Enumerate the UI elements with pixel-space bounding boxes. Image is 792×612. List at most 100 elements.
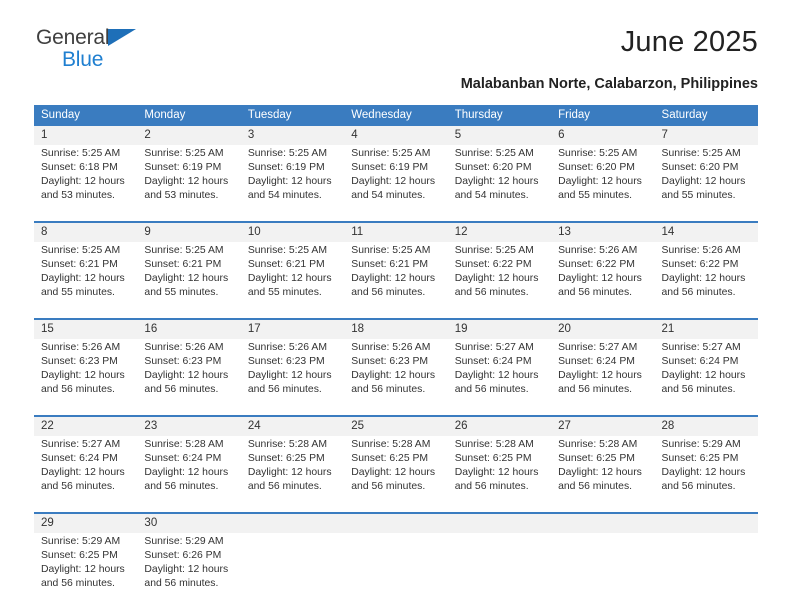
day-number[interactable]: 6	[551, 126, 655, 145]
day-cell: Sunrise: 5:25 AM Sunset: 6:20 PM Daylight:…	[551, 145, 655, 222]
day-number[interactable]: 9	[137, 221, 241, 242]
day-number[interactable]: 19	[447, 318, 552, 339]
day-number-empty	[240, 512, 345, 533]
sunrise-text: Sunrise: 5:29 AM	[661, 439, 741, 450]
daylight-text: Daylight: 12 hours and 55 minutes.	[661, 176, 746, 202]
sunset-text: Sunset: 6:21 PM	[351, 259, 429, 271]
sunrise-text: Sunrise: 5:28 AM	[144, 439, 224, 450]
sunrise-text: Sunrise: 5:26 AM	[247, 342, 327, 353]
daylight-text: Daylight: 12 hours and 56 minutes.	[454, 370, 539, 396]
day-cell-empty	[551, 533, 655, 609]
sunrise-text: Sunrise: 5:27 AM	[661, 342, 741, 353]
sunset-text: Sunset: 6:23 PM	[144, 356, 222, 368]
day-number[interactable]: 11	[344, 221, 448, 242]
day-number[interactable]: 14	[654, 221, 758, 242]
sunset-text: Sunset: 6:20 PM	[558, 162, 635, 174]
week-daynumber-row: 1234567	[34, 126, 758, 145]
day-cell: Sunrise: 5:29 AM Sunset: 6:26 PM Daylight:…	[137, 533, 241, 609]
daylight-text: Daylight: 12 hours and 56 minutes.	[41, 564, 125, 590]
sunrise-text: Sunrise: 5:28 AM	[247, 439, 327, 450]
daylight-text: Daylight: 12 hours and 56 minutes.	[661, 273, 746, 299]
weekday-header-friday: Friday	[551, 105, 655, 126]
sunrise-text: Sunrise: 5:27 AM	[558, 342, 638, 353]
day-cell: Sunrise: 5:28 AM Sunset: 6:25 PM Daylight:…	[344, 436, 448, 513]
day-number[interactable]: 24	[240, 415, 345, 436]
sunrise-text: Sunrise: 5:26 AM	[558, 245, 638, 256]
sunrise-text: Sunrise: 5:25 AM	[41, 148, 121, 159]
day-cell: Sunrise: 5:29 AM Sunset: 6:25 PM Daylight:…	[654, 436, 758, 513]
sunset-text: Sunset: 6:25 PM	[247, 453, 325, 465]
day-cell: Sunrise: 5:26 AM Sunset: 6:22 PM Daylight:…	[551, 242, 655, 319]
sunrise-text: Sunrise: 5:26 AM	[351, 342, 431, 353]
day-number[interactable]: 12	[447, 221, 552, 242]
day-cell: Sunrise: 5:26 AM Sunset: 6:23 PM Daylight:…	[137, 339, 241, 416]
sunrise-text: Sunrise: 5:27 AM	[41, 439, 121, 450]
day-number[interactable]: 4	[344, 126, 448, 145]
day-number[interactable]: 8	[34, 221, 138, 242]
day-cell-empty	[240, 533, 345, 609]
day-cell: Sunrise: 5:25 AM Sunset: 6:22 PM Daylight:…	[447, 242, 552, 319]
sunset-text: Sunset: 6:24 PM	[41, 453, 118, 465]
day-number[interactable]: 13	[551, 221, 655, 242]
daylight-text: Daylight: 12 hours and 56 minutes.	[41, 370, 125, 396]
day-number[interactable]: 26	[447, 415, 552, 436]
day-cell: Sunrise: 5:25 AM Sunset: 6:19 PM Daylight:…	[137, 145, 241, 222]
day-cell: Sunrise: 5:29 AM Sunset: 6:25 PM Daylight:…	[34, 533, 138, 609]
page-title: June 2025	[620, 26, 758, 58]
day-cell: Sunrise: 5:27 AM Sunset: 6:24 PM Daylight:…	[654, 339, 758, 416]
sunrise-text: Sunrise: 5:25 AM	[454, 148, 534, 159]
day-number[interactable]: 3	[240, 126, 345, 145]
day-number[interactable]: 20	[551, 318, 655, 339]
daylight-text: Daylight: 12 hours and 56 minutes.	[351, 273, 436, 299]
day-cell-empty	[654, 533, 758, 609]
sunset-text: Sunset: 6:19 PM	[144, 162, 222, 174]
weekday-header-monday: Monday	[137, 105, 241, 126]
day-number[interactable]: 25	[344, 415, 448, 436]
day-number[interactable]: 16	[137, 318, 241, 339]
day-number[interactable]: 1	[34, 126, 138, 145]
day-cell: Sunrise: 5:25 AM Sunset: 6:21 PM Daylight:…	[344, 242, 448, 319]
daylight-text: Daylight: 12 hours and 55 minutes.	[247, 273, 332, 299]
sunset-text: Sunset: 6:20 PM	[454, 162, 532, 174]
sunrise-text: Sunrise: 5:25 AM	[41, 245, 121, 256]
day-cell: Sunrise: 5:25 AM Sunset: 6:21 PM Daylight:…	[34, 242, 138, 319]
sunrise-text: Sunrise: 5:26 AM	[144, 342, 224, 353]
week-daynumber-row: 15 16 17 18 19 20 21	[34, 318, 758, 339]
daylight-text: Daylight: 12 hours and 55 minutes.	[558, 176, 642, 202]
general-blue-logo[interactable]: General Blue	[36, 27, 166, 73]
day-number[interactable]: 5	[447, 126, 552, 145]
daylight-text: Daylight: 12 hours and 56 minutes.	[144, 467, 229, 493]
day-number[interactable]: 2	[137, 126, 241, 145]
day-number[interactable]: 29	[34, 512, 138, 533]
sunrise-text: Sunrise: 5:25 AM	[144, 148, 224, 159]
day-cell: Sunrise: 5:25 AM Sunset: 6:20 PM Daylight:…	[654, 145, 758, 222]
day-number[interactable]: 7	[654, 126, 758, 145]
day-number[interactable]: 23	[137, 415, 241, 436]
day-number[interactable]: 17	[240, 318, 345, 339]
day-number[interactable]: 22	[34, 415, 138, 436]
sunset-text: Sunset: 6:21 PM	[41, 259, 118, 271]
sunrise-text: Sunrise: 5:25 AM	[247, 245, 327, 256]
sunset-text: Sunset: 6:21 PM	[144, 259, 222, 271]
day-cell: Sunrise: 5:27 AM Sunset: 6:24 PM Daylight:…	[447, 339, 552, 416]
logo-text-general: General	[36, 26, 110, 49]
sunrise-text: Sunrise: 5:25 AM	[454, 245, 534, 256]
day-number[interactable]: 15	[34, 318, 138, 339]
daylight-text: Daylight: 12 hours and 56 minutes.	[144, 370, 229, 396]
day-number[interactable]: 21	[654, 318, 758, 339]
day-number[interactable]: 10	[240, 221, 345, 242]
sunrise-text: Sunrise: 5:28 AM	[454, 439, 534, 450]
weekday-header-tuesday: Tuesday	[240, 105, 345, 126]
day-cell: Sunrise: 5:26 AM Sunset: 6:23 PM Daylight:…	[344, 339, 448, 416]
day-number[interactable]: 27	[551, 415, 655, 436]
daylight-text: Daylight: 12 hours and 56 minutes.	[247, 370, 332, 396]
day-cell: Sunrise: 5:27 AM Sunset: 6:24 PM Daylight:…	[551, 339, 655, 416]
day-number[interactable]: 28	[654, 415, 758, 436]
sunrise-text: Sunrise: 5:29 AM	[41, 536, 121, 547]
day-cell: Sunrise: 5:25 AM Sunset: 6:19 PM Daylight:…	[240, 145, 345, 222]
calendar-page: General Blue June 2025 Malabanban Norte,…	[0, 0, 792, 612]
sunrise-text: Sunrise: 5:25 AM	[247, 148, 327, 159]
day-cell: Sunrise: 5:28 AM Sunset: 6:25 PM Daylight:…	[447, 436, 552, 513]
day-number[interactable]: 30	[137, 512, 241, 533]
day-number[interactable]: 18	[344, 318, 448, 339]
